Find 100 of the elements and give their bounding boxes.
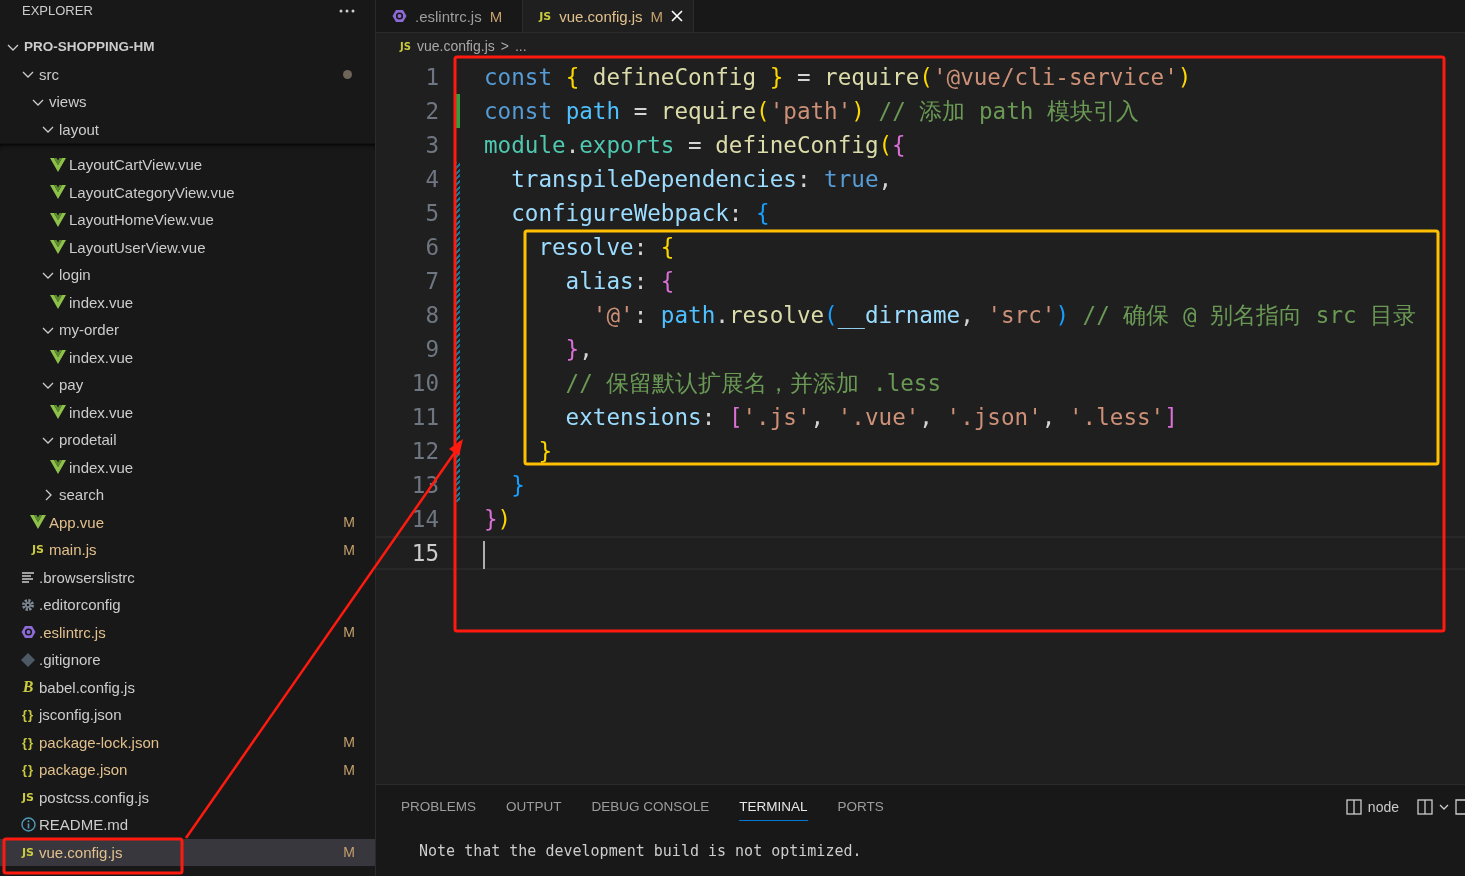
git-status: M bbox=[343, 844, 355, 861]
vue-icon bbox=[50, 350, 66, 365]
line-number: 7 bbox=[424, 268, 440, 294]
git-status: M bbox=[343, 514, 355, 531]
caret-icon[interactable] bbox=[1439, 803, 1449, 811]
js-file-icon: JS bbox=[32, 543, 44, 557]
tree-item[interactable]: {} package.json M bbox=[0, 756, 375, 784]
line-number: 8 bbox=[424, 302, 440, 328]
tree-item[interactable]: LayoutCartView.vue bbox=[0, 151, 375, 179]
panel-tab[interactable]: TERMINAL bbox=[739, 793, 808, 821]
json-file-icon: {} bbox=[21, 707, 35, 723]
line-number: 9 bbox=[424, 336, 440, 362]
vue-icon bbox=[50, 295, 66, 310]
tree-item[interactable]: LayoutUserView.vue bbox=[0, 233, 375, 261]
line-number: 6 bbox=[424, 234, 440, 260]
code-line: } bbox=[537, 438, 552, 464]
code-line: } bbox=[510, 472, 525, 498]
js-file-icon: JS bbox=[400, 40, 411, 52]
panel-tab[interactable]: PROBLEMS bbox=[401, 793, 477, 821]
line-number: 5 bbox=[424, 200, 440, 226]
tree-item[interactable]: B babel.config.js bbox=[0, 673, 375, 701]
tree-item[interactable]: README.md bbox=[0, 811, 375, 839]
tree-item[interactable]: src bbox=[0, 60, 375, 88]
panel-icon[interactable] bbox=[1455, 799, 1465, 815]
code-line: '@': path.resolve(__dirname, 'src') // 确保 @ 别名指向 src 目录 bbox=[591, 300, 1417, 331]
text-cursor bbox=[483, 541, 485, 569]
git-status: M bbox=[343, 541, 355, 558]
split-icon bbox=[1345, 799, 1362, 815]
tree-item[interactable]: index.vue bbox=[0, 288, 375, 316]
info-icon bbox=[20, 817, 36, 833]
code-line: const path = require('path') // 添加 path 模块引入 bbox=[484, 96, 1139, 126]
tree-item[interactable]: .editorconfig bbox=[0, 591, 375, 619]
tree-item[interactable]: App.vue M bbox=[0, 508, 375, 536]
git-status: M bbox=[489, 7, 503, 25]
split-icon[interactable] bbox=[1417, 799, 1433, 815]
panel-tab[interactable]: PORTS bbox=[837, 793, 884, 821]
tree-item[interactable]: search bbox=[0, 481, 375, 509]
more-icon[interactable] bbox=[339, 9, 355, 13]
tree-item[interactable]: JS vue.config.js M bbox=[0, 838, 375, 866]
json-file-icon: {} bbox=[21, 762, 35, 778]
tree-item[interactable]: login bbox=[0, 261, 375, 289]
breadcrumb-separator: > bbox=[500, 38, 509, 54]
code-line: extensions: ['.js', '.vue', '.json', '.less'] bbox=[564, 404, 1178, 430]
close-icon[interactable] bbox=[671, 10, 684, 22]
tree-item[interactable]: JS main.js M bbox=[0, 536, 375, 564]
line-number: 14 bbox=[410, 506, 440, 532]
explorer-title: EXPLORER bbox=[22, 3, 93, 19]
code-line: const { defineConfig } = require('@vue/cli-service') bbox=[484, 64, 1192, 90]
vue-icon bbox=[50, 405, 66, 420]
tree-item[interactable]: index.vue bbox=[0, 398, 375, 426]
line-number: 10 bbox=[410, 370, 440, 396]
tree-item[interactable]: prodetail bbox=[0, 426, 375, 454]
code-line: }, bbox=[564, 336, 593, 362]
vue-icon bbox=[50, 460, 66, 475]
git-status: M bbox=[650, 7, 664, 25]
tree-item[interactable]: LayoutHomeView.vue bbox=[0, 206, 375, 234]
terminal-output: Note that the development build is not optimized. bbox=[418, 841, 863, 860]
vue-icon bbox=[50, 212, 66, 227]
panel-tab[interactable]: DEBUG CONSOLE bbox=[591, 793, 710, 821]
line-number: 1 bbox=[424, 64, 440, 90]
tree-item[interactable]: .browserslistrc bbox=[0, 563, 375, 591]
js-file-icon: JS bbox=[22, 790, 34, 804]
tree-item[interactable]: layout bbox=[0, 115, 375, 143]
tree-item[interactable]: index.vue bbox=[0, 343, 375, 371]
vue-icon bbox=[50, 185, 66, 200]
tree-item[interactable]: {} package-lock.json M bbox=[0, 728, 375, 756]
hexagon-icon bbox=[392, 9, 407, 23]
tree-item[interactable]: .eslintrc.js M bbox=[0, 618, 375, 646]
line-number: 2 bbox=[424, 98, 440, 124]
line-number: 12 bbox=[410, 438, 440, 464]
code-line: alias: { bbox=[564, 268, 675, 294]
tree-item[interactable]: LayoutCategoryView.vue bbox=[0, 178, 375, 206]
tree-item[interactable]: .gitignore bbox=[0, 646, 375, 674]
code-line: configureWebpack: { bbox=[510, 200, 770, 226]
breadcrumb-item[interactable]: ... bbox=[514, 38, 527, 54]
tree-item[interactable]: PRO-SHOPPING-HM bbox=[0, 33, 375, 61]
tree-item[interactable]: my-order bbox=[0, 316, 375, 344]
code-line: module.exports = defineConfig({ bbox=[484, 132, 906, 158]
panel-tab[interactable]: OUTPUT bbox=[506, 793, 562, 821]
gear-icon bbox=[21, 597, 35, 612]
line-number: 3 bbox=[424, 132, 440, 158]
tree-item[interactable]: pay bbox=[0, 371, 375, 399]
hexagon-icon bbox=[20, 625, 36, 640]
code-line: // 保留默认扩展名，并添加 .less bbox=[564, 368, 942, 398]
vue-icon bbox=[50, 157, 66, 172]
js-file-icon: JS bbox=[539, 9, 552, 23]
editor-tab[interactable]: JS vue.config.js M bbox=[523, 0, 695, 32]
vue-icon bbox=[50, 240, 66, 255]
git-status: M bbox=[343, 734, 355, 751]
terminal-name[interactable]: node bbox=[1367, 799, 1399, 815]
tree-item[interactable]: {} jsconfig.json bbox=[0, 701, 375, 729]
line-number: 11 bbox=[410, 404, 440, 430]
code-line: transpileDependencies: true, bbox=[510, 166, 893, 192]
tree-item[interactable]: index.vue bbox=[0, 453, 375, 481]
tree-item[interactable]: JS postcss.config.js bbox=[0, 783, 375, 811]
diamond-icon bbox=[21, 652, 35, 667]
line-number: 15 bbox=[410, 540, 440, 566]
tree-item[interactable]: views bbox=[0, 88, 375, 116]
code-line: }) bbox=[484, 506, 512, 532]
breadcrumb-item[interactable]: vue.config.js bbox=[416, 38, 495, 54]
